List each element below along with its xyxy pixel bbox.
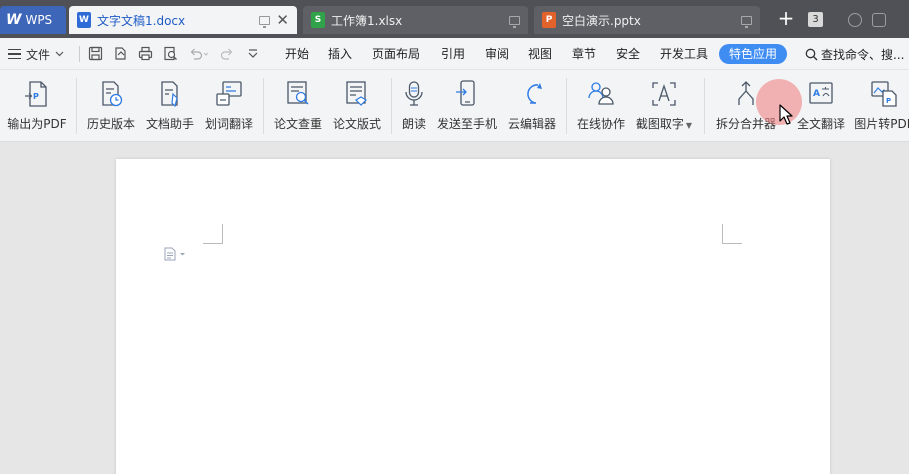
mouse-cursor-icon	[779, 104, 793, 125]
margin-corner-mark	[722, 224, 742, 244]
menu-view[interactable]: 视图	[528, 38, 552, 70]
paper-check-label: 论文查重	[273, 117, 322, 131]
online-collaboration-label: 在线协作	[576, 117, 625, 131]
menu-review[interactable]: 审阅	[485, 38, 509, 70]
export-icon[interactable]	[113, 46, 128, 61]
send-to-phone-icon	[456, 80, 475, 106]
window-count-badge[interactable]: 3	[808, 12, 823, 27]
title-tab-bar: W WPS W 文字文稿1.docx ✕ S 工作簿1.xlsx P 空白演示.…	[0, 0, 909, 38]
document-assistant-button[interactable]: 文档助手	[143, 70, 197, 142]
cloud-editor-button[interactable]: 云编辑器	[505, 70, 559, 142]
paper-format-label: 论文版式	[332, 117, 381, 131]
document-workspace	[0, 142, 909, 474]
split-merge-label: 拆分合并器	[715, 117, 776, 131]
paper-format-button[interactable]: 论文版式	[330, 70, 384, 142]
paper-format-icon	[346, 81, 367, 106]
split-merge-icon	[738, 81, 754, 105]
redo-icon[interactable]	[220, 46, 235, 61]
document-assistant-icon	[161, 81, 178, 108]
tab-presentation[interactable]: P 空白演示.pptx	[534, 6, 760, 34]
microphone-icon	[405, 81, 423, 106]
menu-developer[interactable]: 开发工具	[660, 38, 708, 70]
window-switch-icon[interactable]	[872, 13, 886, 27]
paper-check-icon	[287, 81, 309, 105]
cloud-editor-label: 云编辑器	[507, 117, 556, 131]
presentation-icon: P	[542, 12, 556, 28]
pdf-export-icon: P	[25, 81, 47, 107]
menu-page-layout[interactable]: 页面布局	[372, 38, 420, 70]
command-search-label: 查找命令、搜...	[821, 47, 905, 62]
menu-special-features[interactable]: 特色应用	[719, 44, 787, 64]
new-tab-button[interactable]: +	[776, 8, 796, 29]
margin-corner-mark	[203, 224, 223, 244]
undo-icon[interactable]	[188, 46, 210, 61]
print-icon[interactable]	[138, 46, 153, 61]
spreadsheet-icon: S	[311, 12, 325, 28]
tab-spreadsheet-label: 工作簿1.xlsx	[331, 13, 403, 28]
paper-check-button[interactable]: 论文查重	[271, 70, 325, 142]
save-icon[interactable]	[88, 46, 103, 61]
search-icon	[805, 48, 818, 60]
menu-bar: 文件 开始 插入 页面布局 引用 审阅 视图 章节 安全 开发工具 特色应用 查…	[0, 38, 909, 70]
online-collaboration-icon	[588, 82, 614, 105]
history-version-button[interactable]: 历史版本	[84, 70, 138, 142]
image-to-pdf-icon: P	[871, 81, 897, 107]
online-collaboration-button[interactable]: 在线协作	[574, 70, 628, 142]
menu-insert[interactable]: 插入	[328, 38, 352, 70]
desktop-icon[interactable]	[509, 15, 520, 28]
image-to-pdf-button[interactable]: P 图片转PDF	[853, 70, 909, 142]
screenshot-ocr-button[interactable]: 截图取字 ▼	[633, 70, 695, 142]
word-translate-button[interactable]: 划词翻译	[202, 70, 256, 142]
send-to-phone-button[interactable]: 发送至手机	[435, 70, 499, 142]
desktop-icon[interactable]	[741, 15, 752, 28]
word-translate-icon	[216, 81, 242, 106]
history-version-icon	[102, 81, 123, 107]
writer-doc-icon: W	[77, 12, 91, 28]
svg-text:P: P	[886, 97, 891, 105]
screenshot-ocr-label: 截图取字 ▼	[635, 117, 693, 131]
menu-home[interactable]: 开始	[285, 38, 309, 70]
desktop-icon[interactable]	[259, 15, 271, 28]
dropdown-arrow-icon[interactable]: ▼	[686, 121, 692, 130]
wps-home-label: WPS	[25, 13, 53, 27]
command-search[interactable]: 查找命令、搜...	[805, 38, 904, 70]
menu-chapter[interactable]: 章节	[572, 38, 596, 70]
full-translate-label: 全文翻译	[796, 117, 845, 131]
ribbon-toolbar: P 输出为PDF 历史版本 文档助手 划词翻译 论文查重 论文版式 朗读 发送至…	[0, 70, 909, 142]
hamburger-icon	[8, 49, 21, 59]
tab-presentation-label: 空白演示.pptx	[562, 13, 641, 28]
svg-text:A: A	[813, 89, 820, 99]
full-translate-icon: A	[809, 82, 833, 104]
file-menu[interactable]: 文件	[8, 38, 64, 70]
word-translate-label: 划词翻译	[204, 117, 253, 131]
tab-document[interactable]: W 文字文稿1.docx ✕	[69, 6, 297, 34]
wps-logo-icon: W	[6, 12, 22, 28]
menu-security[interactable]: 安全	[616, 38, 640, 70]
chevron-down-icon	[55, 51, 64, 57]
history-version-label: 历史版本	[86, 117, 135, 131]
wps-home-tab[interactable]: W WPS	[0, 6, 66, 34]
screenshot-ocr-icon	[652, 82, 676, 106]
customize-toolbar-icon[interactable]	[247, 46, 259, 61]
print-preview-icon[interactable]	[163, 46, 178, 61]
split-merge-button[interactable]: 拆分合并器	[713, 70, 779, 142]
export-pdf-button[interactable]: P 输出为PDF	[6, 70, 68, 142]
document-page[interactable]	[116, 159, 830, 474]
read-aloud-button[interactable]: 朗读	[398, 70, 430, 142]
skin-icon[interactable]	[848, 13, 862, 27]
full-translate-button[interactable]: A 全文翻译	[794, 70, 848, 142]
file-menu-label: 文件	[26, 47, 51, 62]
read-aloud-label: 朗读	[401, 117, 426, 131]
svg-text:P: P	[33, 92, 39, 101]
document-assistant-label: 文档助手	[145, 117, 194, 131]
menu-references[interactable]: 引用	[441, 38, 465, 70]
cloud-editor-icon	[527, 83, 542, 104]
export-pdf-label: 输出为PDF	[7, 117, 67, 131]
send-to-phone-label: 发送至手机	[436, 117, 497, 131]
tab-document-label: 文字文稿1.docx	[97, 13, 186, 28]
image-to-pdf-label: 图片转PDF	[854, 117, 909, 131]
tab-spreadsheet[interactable]: S 工作簿1.xlsx	[303, 6, 528, 34]
close-icon[interactable]: ✕	[276, 12, 289, 28]
paragraph-layout-icon[interactable]	[163, 247, 189, 261]
